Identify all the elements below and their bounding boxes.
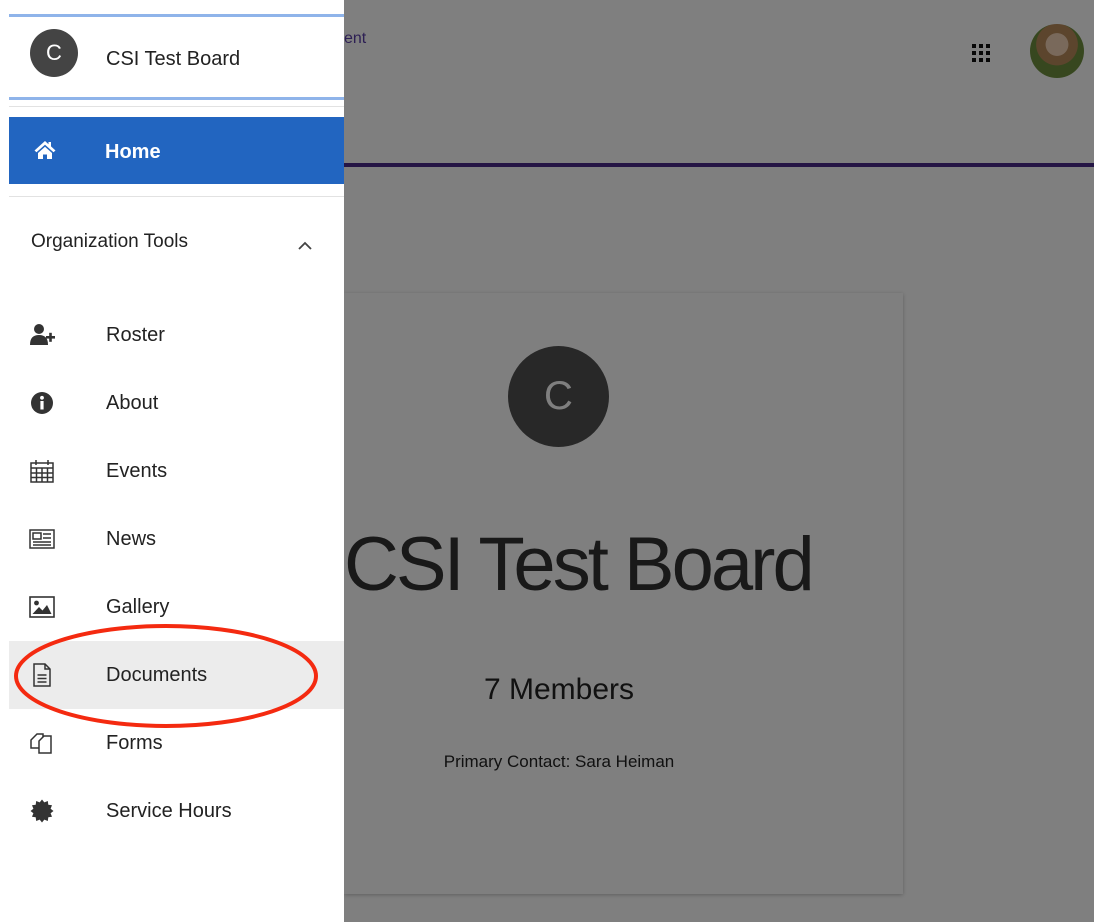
section-title: Organization Tools: [31, 231, 189, 252]
nav-service-hours[interactable]: Service Hours: [9, 777, 344, 845]
nav-home-label: Home: [105, 141, 161, 163]
user-add-icon: [30, 324, 55, 345]
nav-events[interactable]: Events: [9, 437, 344, 505]
nav-service-hours-label: Service Hours: [106, 800, 232, 822]
image-icon: [29, 596, 55, 618]
navigation-drawer: C CSI Test Board Home Organization Tools…: [0, 0, 344, 922]
calendar-icon: [30, 460, 54, 483]
drawer-header[interactable]: C CSI Test Board: [9, 14, 344, 100]
divider: [9, 106, 344, 107]
highlight-circle: [14, 624, 318, 728]
nav-about[interactable]: About: [9, 369, 344, 437]
organization-tools-toggle[interactable]: Organization Tools: [9, 210, 344, 276]
badge-icon: [30, 799, 54, 823]
forms-icon: [30, 733, 52, 754]
nav-news-label: News: [106, 528, 157, 550]
nav-gallery-label: Gallery: [106, 596, 170, 618]
nav-roster-label: Roster: [106, 324, 165, 346]
org-name: CSI Test Board: [106, 48, 241, 70]
nav-home[interactable]: Home: [9, 117, 344, 184]
newspaper-icon: [29, 529, 55, 549]
nav-forms-label: Forms: [106, 732, 163, 754]
nav-about-label: About: [106, 392, 159, 414]
chevron-up-icon: [298, 241, 312, 250]
info-icon: [31, 392, 53, 414]
home-icon: [34, 141, 56, 159]
divider: [9, 196, 344, 197]
nav-news[interactable]: News: [9, 505, 344, 573]
nav-roster[interactable]: Roster: [9, 301, 344, 369]
org-avatar: C: [30, 29, 78, 77]
nav-events-label: Events: [106, 460, 168, 482]
